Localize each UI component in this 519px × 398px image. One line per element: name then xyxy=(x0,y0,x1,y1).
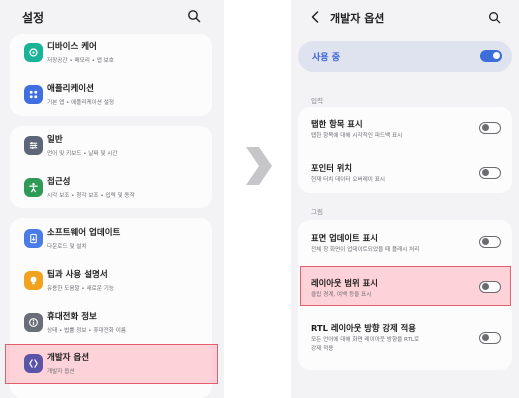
toggle-knob xyxy=(492,52,500,60)
item-subtitle: 상태 • 법률 정보 • 휴대전화 이름 xyxy=(47,328,127,334)
settings-item-device-care[interactable]: 디바이스 케어 저장공간 • 메모리 • 앱 보호 xyxy=(10,34,212,72)
item-title: 소프트웨어 업데이트 xyxy=(47,228,121,238)
chevron-right-icon xyxy=(246,147,272,185)
settings-item-accessibility[interactable]: 접근성 시각 보조 • 청각 보조 • 입력 및 동작 xyxy=(10,169,212,207)
option-title: 포인터 위치 xyxy=(311,163,353,173)
option-subtitle-line-2: 강제 적용 xyxy=(311,346,334,352)
software-update-icon xyxy=(24,229,43,248)
toggle-knob xyxy=(481,238,489,246)
apps-icon xyxy=(24,85,43,104)
item-title: 휴대전화 정보 xyxy=(47,312,97,322)
option-force-rtl[interactable]: RTL 레이아웃 방향 강제 적용 모든 언어에 대해 화면 레이아웃 방향을 … xyxy=(298,314,512,364)
toggle-knob xyxy=(481,334,489,342)
tips-icon xyxy=(24,271,43,290)
option-show-taps[interactable]: 탭한 항목 표시 탭한 항목에 대해 시각적인 피드백 표시 xyxy=(298,107,512,151)
item-subtitle: 언어 및 키보드 • 날짜 및 시간 xyxy=(47,151,118,157)
surface-updates-toggle[interactable] xyxy=(479,236,501,248)
option-subtitle: 클립 경계, 여백 등을 표시 xyxy=(311,292,372,298)
option-subtitle-line-1: 모든 언어에 대해 화면 레이아웃 방향을 RTL로 xyxy=(311,337,420,343)
option-subtitle: 현재 터치 데이터 오버레이 표시 xyxy=(311,177,386,183)
settings-item-general[interactable]: 일반 언어 및 키보드 • 날짜 및 시간 xyxy=(10,127,212,165)
phone-info-icon xyxy=(24,313,43,332)
toggle-knob xyxy=(481,169,489,177)
item-title: 접근성 xyxy=(47,177,71,187)
master-toggle-label: 사용 중 xyxy=(312,53,340,63)
page-title: 개발자 옵션 xyxy=(330,12,385,25)
item-subtitle: 시각 보조 • 청각 보조 • 입력 및 동작 xyxy=(47,193,135,199)
option-subtitle: 전체 창 화면이 업데이트되었을 때 플래시 처리 xyxy=(311,247,420,253)
force-rtl-toggle[interactable] xyxy=(479,332,501,344)
item-subtitle: 기본 앱 • 애플리케이션 설정 xyxy=(47,100,115,106)
settings-item-tips[interactable]: 팁과 사용 설명서 유용한 도움말 • 새로운 기능 xyxy=(10,262,212,300)
developer-options-icon xyxy=(24,354,43,373)
search-icon[interactable] xyxy=(187,9,201,23)
option-subtitle: 탭한 항목에 대해 시각적인 피드백 표시 xyxy=(311,133,403,139)
toggle-knob xyxy=(481,124,489,132)
option-title: RTL 레이아웃 방향 강제 적용 xyxy=(311,323,416,333)
settings-item-applications[interactable]: 애플리케이션 기본 앱 • 애플리케이션 설정 xyxy=(10,76,212,114)
section-header-input: 입력 xyxy=(311,97,323,105)
layout-bounds-toggle[interactable] xyxy=(479,281,501,293)
item-title: 개발자 옵션 xyxy=(47,353,90,363)
general-icon xyxy=(24,136,43,155)
page-title: 설정 xyxy=(22,11,45,25)
master-toggle[interactable] xyxy=(480,50,502,62)
pointer-location-toggle[interactable] xyxy=(479,167,501,179)
toggle-knob xyxy=(481,283,489,291)
option-title: 레이아웃 범위 표시 xyxy=(311,278,378,288)
item-subtitle: 개발자 옵션 xyxy=(47,369,75,375)
item-title: 디바이스 케어 xyxy=(47,42,97,52)
back-arrow-icon[interactable] xyxy=(310,11,320,23)
item-subtitle: 유용한 도움말 • 새로운 기능 xyxy=(47,286,115,292)
option-pointer-location[interactable]: 포인터 위치 현재 터치 데이터 오버레이 표시 xyxy=(298,151,512,193)
settings-item-developer-options[interactable]: 개발자 옵션 개발자 옵션 xyxy=(10,345,212,383)
section-header-drawing: 그림 xyxy=(311,208,323,216)
master-toggle-row[interactable]: 사용 중 xyxy=(298,41,512,72)
device-care-icon xyxy=(24,43,43,62)
item-title: 팁과 사용 설명서 xyxy=(47,270,108,280)
settings-item-phone-info[interactable]: 휴대전화 정보 상태 • 법률 정보 • 휴대전화 이름 xyxy=(10,304,212,342)
option-title: 표면 업데이트 표시 xyxy=(311,233,378,243)
item-title: 애플리케이션 xyxy=(47,84,94,94)
accessibility-icon xyxy=(24,178,43,197)
show-taps-toggle[interactable] xyxy=(479,122,501,134)
settings-item-software-update[interactable]: 소프트웨어 업데이트 다운로드 및 설치 xyxy=(10,220,212,258)
settings-screen: 설정 디바이스 케어 저장공간 • 메모리 • 앱 보호 애플리케이션 기본 앱… xyxy=(0,0,224,398)
option-title: 탭한 항목 표시 xyxy=(311,119,363,129)
option-show-surface-updates[interactable]: 표면 업데이트 표시 전체 창 화면이 업데이트되었을 때 플래시 처리 xyxy=(298,220,512,264)
item-subtitle: 저장공간 • 메모리 • 앱 보호 xyxy=(47,58,114,64)
item-title: 일반 xyxy=(47,135,63,145)
search-icon[interactable] xyxy=(488,11,501,24)
item-subtitle: 다운로드 및 설치 xyxy=(47,244,87,250)
option-show-layout-bounds[interactable]: 레이아웃 범위 표시 클립 경계, 여백 등을 표시 xyxy=(298,266,512,306)
